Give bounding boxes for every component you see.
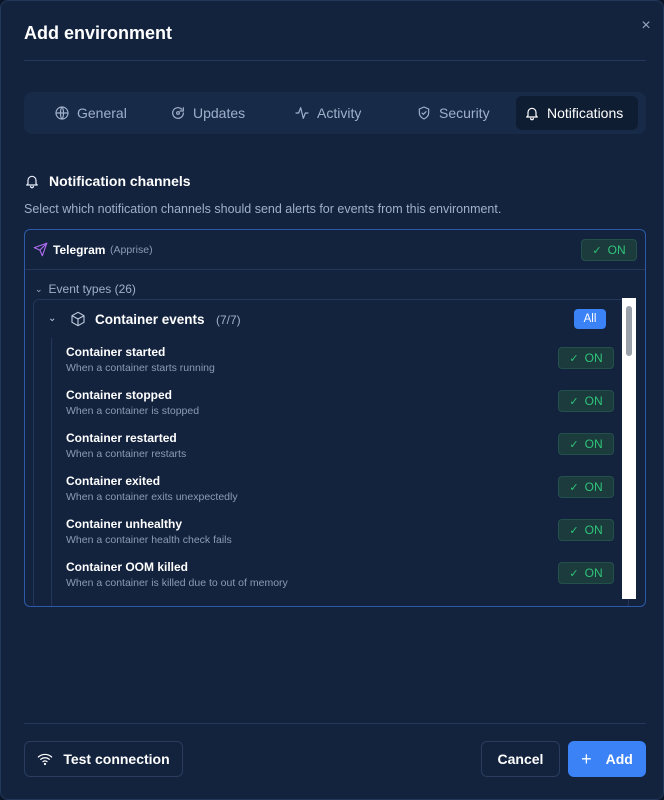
bell-icon [526, 107, 538, 121]
toggle-label: ON [607, 243, 626, 257]
section-description: Select which notification channels shoul… [24, 202, 502, 216]
event-types-toggle[interactable]: ⌄ Event types (26) [35, 282, 136, 296]
event-toggle[interactable]: ✓ ON [558, 476, 614, 498]
section-title: Notification channels [49, 173, 191, 189]
box-icon [70, 311, 86, 327]
event-list-scrollbar[interactable] [622, 298, 636, 599]
toggle-label: ON [584, 394, 603, 408]
list-item: Container exited When a container exits … [52, 467, 624, 510]
tab-label: Updates [193, 105, 246, 121]
check-icon: ✓ [569, 395, 579, 408]
event-description: When a container health check fails [66, 534, 232, 546]
channel-toggle[interactable]: ✓ ON [581, 239, 637, 261]
event-description: When a container exits unexpectedly [66, 491, 238, 503]
tab-general[interactable]: General [28, 96, 150, 130]
toggle-label: ON [584, 566, 603, 580]
section-heading: Notification channels [24, 173, 191, 189]
event-description: When a container is killed due to out of… [66, 577, 288, 589]
toggle-label: ON [584, 351, 603, 365]
event-title: Container exited [66, 474, 161, 488]
activity-icon [295, 107, 309, 119]
list-item: Container restarted When a container res… [52, 424, 624, 467]
tab-label: Security [439, 105, 490, 121]
event-toggle[interactable]: ✓ ON [558, 347, 614, 369]
event-list: Container started When a container start… [51, 338, 624, 606]
event-description: When a container restarts [66, 448, 187, 460]
chevron-down-icon: ⌄ [35, 283, 43, 294]
button-label: Cancel [497, 751, 544, 767]
footer-divider [24, 723, 646, 724]
plus-icon: + [581, 749, 592, 769]
scrollbar-thumb[interactable] [626, 306, 632, 356]
event-toggle[interactable]: ✓ ON [558, 519, 614, 541]
tab-updates[interactable]: Updates [150, 96, 272, 130]
bell-icon [26, 175, 38, 189]
toggle-label: ON [584, 437, 603, 451]
event-title: Container unhealthy [66, 517, 183, 531]
globe-icon [55, 106, 69, 120]
test-connection-button[interactable]: Test connection [24, 741, 183, 777]
event-title: Container restarted [66, 431, 177, 445]
shield-icon [418, 106, 430, 120]
event-description: When a container is stopped [66, 405, 200, 417]
close-icon[interactable]: × [637, 17, 655, 35]
event-types-panel: ⌄ Container events (7/7) All Container s… [33, 299, 629, 606]
group-title: Container events [95, 312, 205, 327]
event-title: Container started [66, 345, 166, 359]
toggle-label: ON [584, 523, 603, 537]
send-icon [33, 242, 48, 257]
check-icon: ✓ [569, 438, 579, 451]
list-item: Container stopped When a container is st… [52, 381, 624, 424]
cancel-button[interactable]: Cancel [481, 741, 560, 777]
tab-label: Notifications [547, 105, 624, 121]
tab-bar: General Updates Activity Security Notifi… [24, 92, 646, 134]
group-count: (7/7) [216, 313, 241, 327]
event-toggle[interactable]: ✓ ON [558, 562, 614, 584]
button-label: Add [605, 751, 633, 767]
check-icon: ✓ [569, 567, 579, 580]
refresh-icon [172, 107, 184, 119]
channel-name: Telegram [53, 243, 106, 257]
check-icon: ✓ [569, 352, 579, 365]
check-icon: ✓ [592, 244, 602, 257]
select-all-button[interactable]: All [574, 309, 606, 329]
channel-row: Telegram (Apprise) ✓ ON [25, 230, 645, 270]
tab-label: Activity [317, 105, 362, 121]
add-button[interactable]: + Add [568, 741, 646, 777]
chevron-down-icon: ⌄ [48, 313, 57, 324]
check-icon: ✓ [569, 481, 579, 494]
button-label: Test connection [63, 751, 170, 767]
tab-security[interactable]: Security [394, 96, 516, 130]
tab-label: General [77, 105, 127, 121]
wifi-icon [38, 753, 53, 766]
channel-provider: (Apprise) [110, 244, 153, 256]
toggle-label: ON [584, 480, 603, 494]
event-title: Container OOM killed [66, 560, 189, 574]
header-divider [24, 60, 646, 61]
dialog-title: Add environment [24, 23, 173, 43]
event-toggle[interactable]: ✓ ON [558, 433, 614, 455]
group-header[interactable]: ⌄ Container events (7/7) All [34, 300, 628, 338]
event-title: Container stopped [66, 388, 173, 402]
add-environment-dialog: Add environment × General Updates Activi… [0, 0, 664, 800]
event-description: When a container starts running [66, 362, 215, 374]
list-item: Container unhealthy When a container hea… [52, 510, 624, 553]
event-toggle[interactable]: ✓ ON [558, 390, 614, 412]
tab-notifications[interactable]: Notifications [516, 96, 638, 130]
check-icon: ✓ [569, 524, 579, 537]
list-item: Container OOM killed When a container is… [52, 553, 624, 596]
channel-card: Telegram (Apprise) ✓ ON ⌄ Event types (2… [24, 229, 646, 607]
event-types-label: Event types (26) [48, 282, 136, 296]
tab-activity[interactable]: Activity [272, 96, 394, 130]
list-item: Container started When a container start… [52, 338, 624, 381]
